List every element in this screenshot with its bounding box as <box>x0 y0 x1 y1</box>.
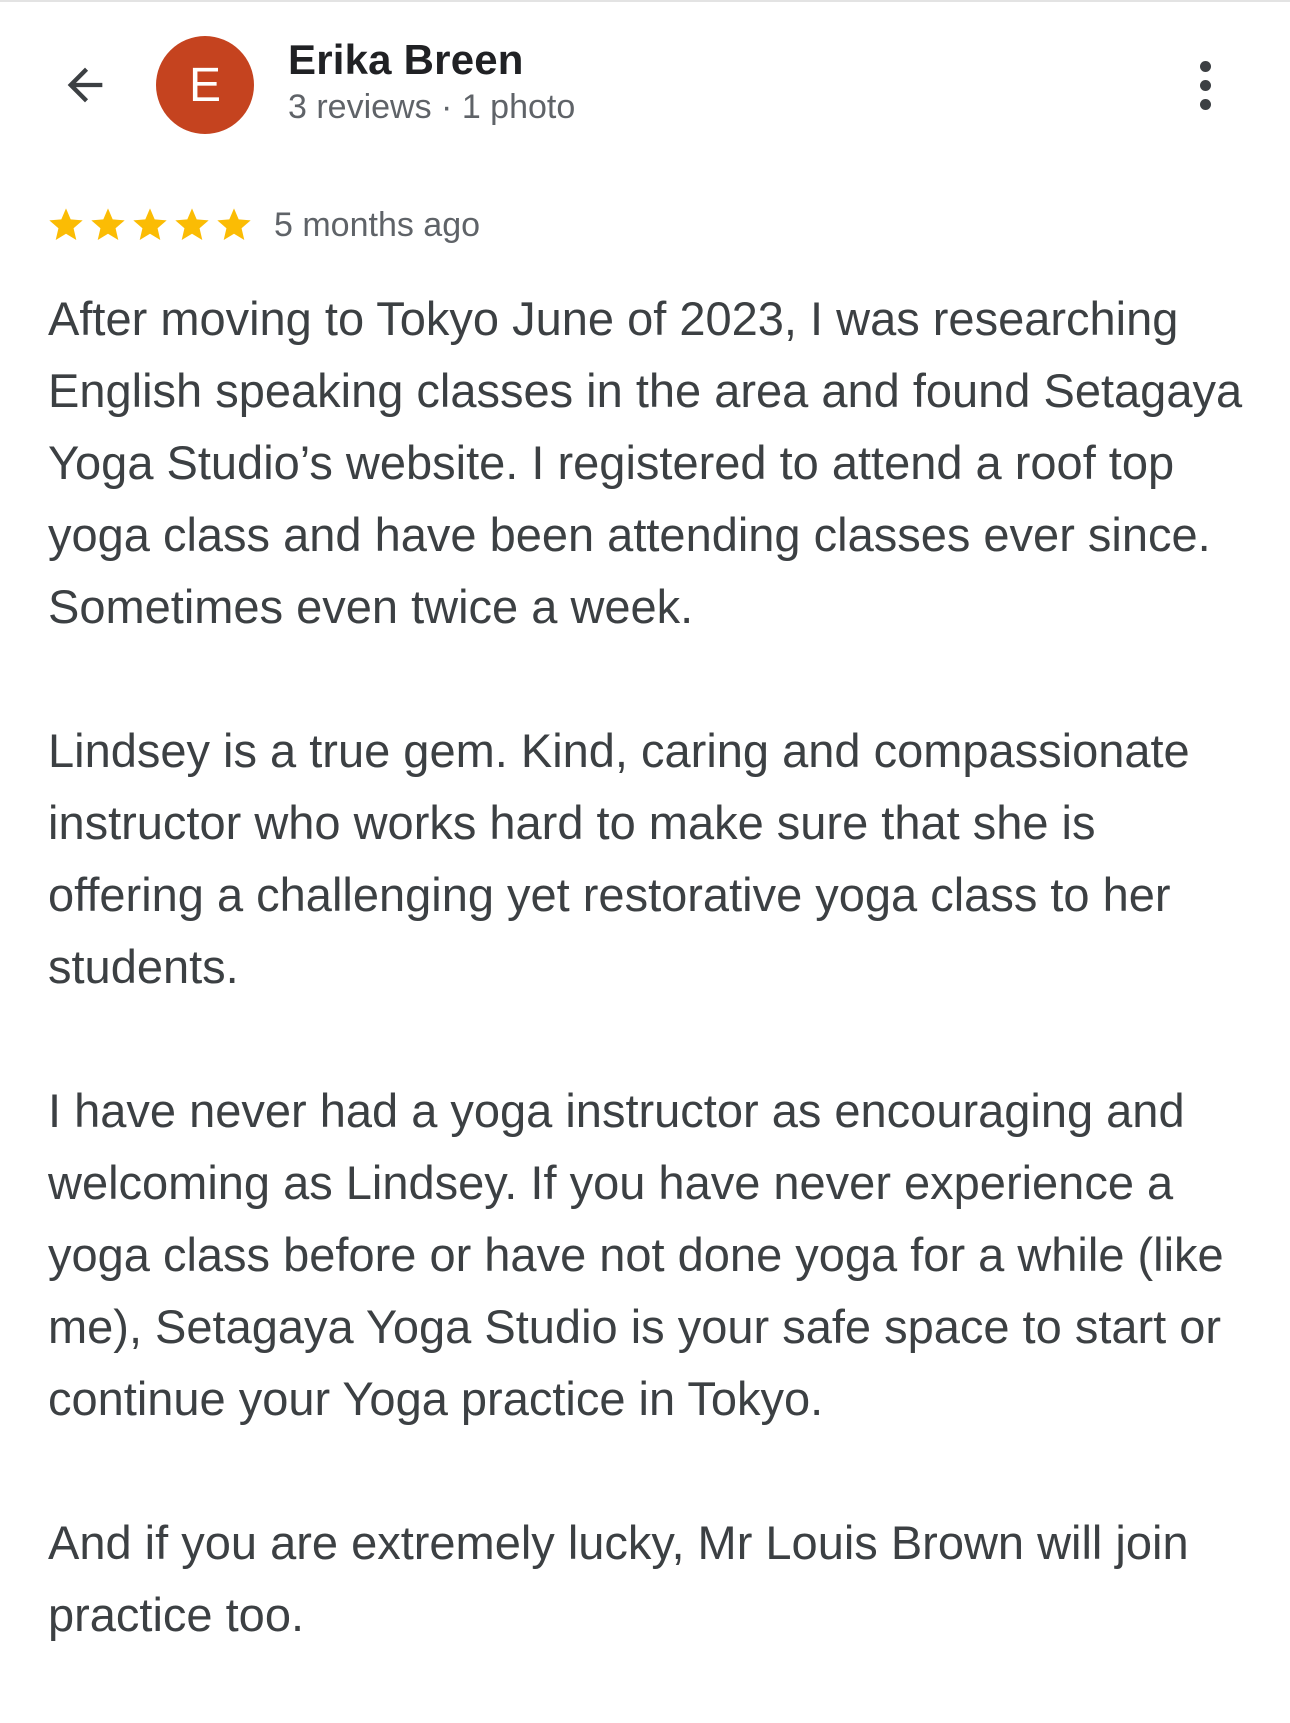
star-icon <box>217 208 251 240</box>
back-button[interactable] <box>50 50 120 120</box>
reviewer-meta: 3 reviews · 1 photo <box>288 88 576 126</box>
star-icon <box>175 208 209 240</box>
avatar-initial: E <box>188 58 221 112</box>
star-icon <box>49 208 83 240</box>
review-time: 5 months ago <box>274 205 481 244</box>
reviewer-name[interactable]: Erika Breen <box>288 36 524 84</box>
arrow-back-icon <box>67 67 103 103</box>
rating-row: 5 months ago <box>46 200 480 250</box>
star-icon <box>91 208 125 240</box>
star-rating <box>46 205 254 245</box>
more-vert-icon <box>1199 60 1211 110</box>
star-icon <box>133 208 167 240</box>
review-text: After moving to Tokyo June of 2023, I wa… <box>48 283 1248 1723</box>
more-options-button[interactable] <box>1180 50 1230 120</box>
avatar[interactable]: E <box>156 36 254 134</box>
review-paragraph: Lindsey is a true gem. Kind, caring and … <box>48 724 1190 993</box>
review-paragraph: And if you are extremely lucky, Mr Louis… <box>48 1516 1189 1641</box>
review-paragraph: I have never had a yoga instructor as en… <box>48 1084 1224 1425</box>
review-paragraph: After moving to Tokyo June of 2023, I wa… <box>48 292 1243 633</box>
reviewer-header: E Erika Breen 3 reviews · 1 photo <box>0 0 1290 170</box>
